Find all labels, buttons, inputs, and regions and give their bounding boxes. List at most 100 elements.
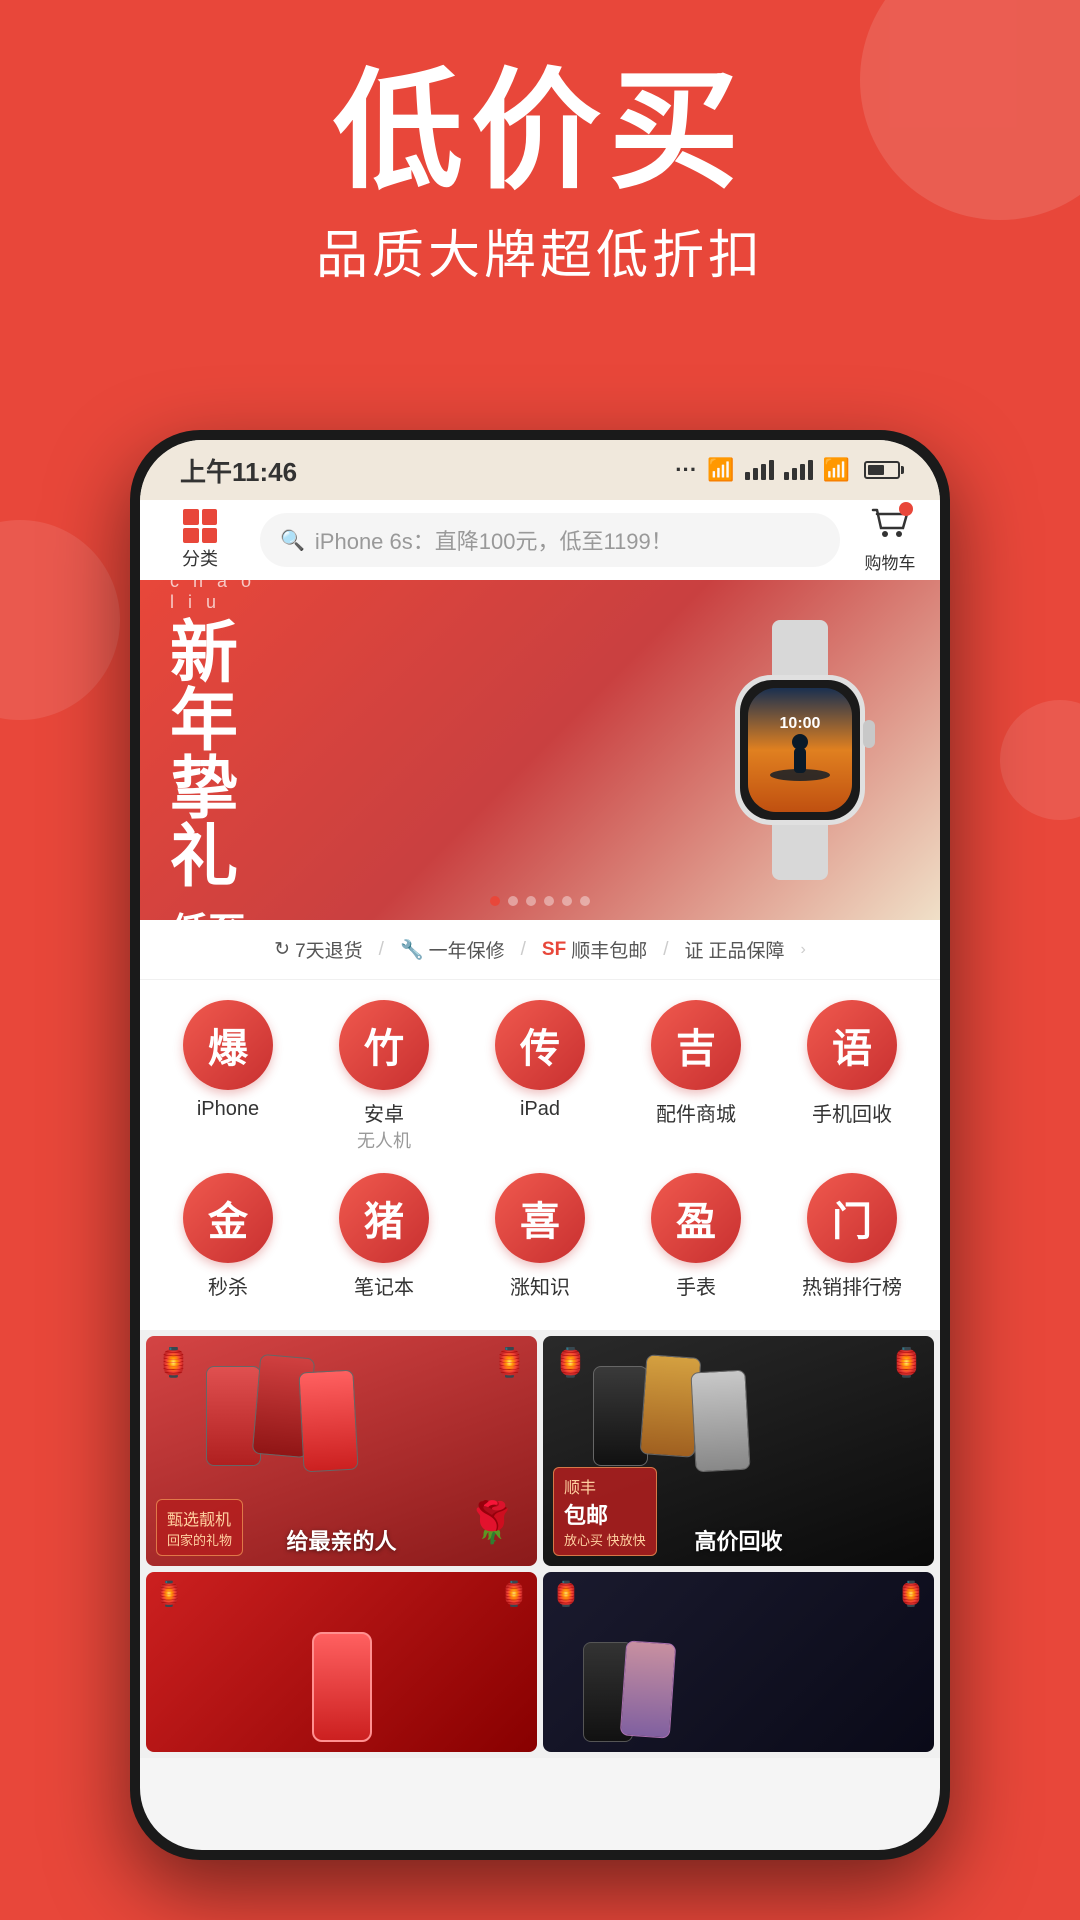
phone-screen: 上午11:46 ··· 📶 📶 xyxy=(140,440,940,1850)
status-dots: ··· xyxy=(675,457,697,483)
nav-bar: 分类 🔍 iPhone 6s：直降100元，低至1199！ 购物车 xyxy=(140,500,940,580)
product-grid: 🏮 🏮 🌹 甄选靓机 回家的礼物 给最亲的人 xyxy=(140,1330,940,1572)
cat-ipad-label: iPad xyxy=(520,1098,560,1121)
cat-ipad-icon: 传 xyxy=(495,1000,585,1090)
cart-button[interactable]: 购物车 xyxy=(860,506,920,574)
bluetooth-icon: 📶 xyxy=(707,457,734,483)
cat-knowledge[interactable]: 喜 涨知识 xyxy=(475,1173,605,1300)
battery-icon xyxy=(864,461,900,479)
lantern-right-icon: 🏮 xyxy=(492,1346,527,1379)
service-warranty-icon: 🔧 xyxy=(400,938,424,962)
cat-laptop[interactable]: 猪 笔记本 xyxy=(319,1173,449,1300)
lantern-b3-icon: 🏮 xyxy=(551,1580,581,1609)
bottom-dark-phone-2 xyxy=(620,1640,677,1738)
bottom-phone-shape xyxy=(312,1632,372,1742)
cart-icon-wrap xyxy=(871,506,909,547)
cat-knowledge-icon: 喜 xyxy=(495,1173,585,1263)
mini-phone-3 xyxy=(298,1370,358,1473)
category-grid-icon xyxy=(183,509,217,543)
product-img-dark: 🏮 🏮 顺丰 包邮 放心买 快放快 高价回收 xyxy=(543,1336,934,1566)
dot-1 xyxy=(490,896,500,906)
lantern-right2-icon: 🏮 xyxy=(889,1346,924,1379)
cat-knowledge-label: 涨知识 xyxy=(510,1271,570,1300)
cat-accessories-icon: 吉 xyxy=(651,1000,741,1090)
product-card-dark-phones[interactable]: 🏮 🏮 顺丰 包邮 放心买 快放快 高价回收 xyxy=(543,1336,934,1566)
lantern-b4-icon: 🏮 xyxy=(896,1580,926,1609)
cat-laptop-label: 笔记本 xyxy=(354,1271,414,1300)
sf-icon: SF xyxy=(542,939,566,961)
product-card-bottom-1[interactable]: 🏮 🏮 xyxy=(146,1572,537,1752)
cart-badge xyxy=(899,502,913,516)
category-section: 爆 iPhone 竹 安卓 无人机 传 iPad xyxy=(140,980,940,1330)
cat-laptop-icon: 猪 xyxy=(339,1173,429,1263)
service-return-label: 7天退货 xyxy=(295,936,363,963)
cat-ranking[interactable]: 门 热销排行榜 xyxy=(787,1173,917,1300)
cat-watch[interactable]: 盈 手表 xyxy=(631,1173,761,1300)
status-icons: ··· 📶 📶 xyxy=(675,457,900,483)
cat-recycle-icon: 语 xyxy=(807,1000,897,1090)
svg-text:10:00: 10:00 xyxy=(780,715,821,732)
banner-left: Apple Watch Series 3 yin ling chao liu 新… xyxy=(170,580,265,920)
category-button[interactable]: 分类 xyxy=(160,509,240,571)
category-row-2: 金 秒杀 猪 笔记本 喜 涨知识 xyxy=(150,1173,930,1300)
cat-accessories[interactable]: 吉 配件商城 xyxy=(631,1000,761,1153)
cat-android-sublabel: 无人机 xyxy=(357,1127,411,1153)
hero-section: 低价买 品质大牌超低折扣 xyxy=(0,60,1080,288)
banner-dots xyxy=(490,896,590,906)
service-shipping: SF 顺丰包邮 xyxy=(542,936,647,963)
cat-recycle-label: 手机回收 xyxy=(812,1098,892,1127)
signal2-icon xyxy=(784,460,813,480)
bg-decoration-circle-left xyxy=(0,520,120,720)
cat-iphone[interactable]: 爆 iPhone xyxy=(163,1000,293,1153)
dot-6 xyxy=(580,896,590,906)
service-genuine: 证 正品保障 xyxy=(684,936,784,963)
cat-accessories-label: 配件商城 xyxy=(656,1098,736,1127)
cat-watch-icon: 盈 xyxy=(651,1173,741,1263)
product-slogan-recycle: 高价回收 xyxy=(543,1524,934,1556)
product-grid-bottom: 🏮 🏮 🏮 🏮 xyxy=(140,1572,940,1758)
cat-ranking-label: 热销排行榜 xyxy=(802,1271,902,1300)
banner[interactable]: Apple Watch Series 3 yin ling chao liu 新… xyxy=(140,580,940,920)
product-img-bottom-2: 🏮 🏮 xyxy=(543,1572,934,1752)
banner-price: 低至 1,499 xyxy=(170,901,265,920)
product-card-red-phones[interactable]: 🏮 🏮 🌹 甄选靓机 回家的礼物 给最亲的人 xyxy=(146,1336,537,1566)
cat-android[interactable]: 竹 安卓 无人机 xyxy=(319,1000,449,1153)
apple-watch-svg: 10:00 xyxy=(700,620,900,880)
hero-title: 低价买 xyxy=(0,60,1080,203)
lantern-b1-icon: 🏮 xyxy=(154,1580,184,1609)
cat-flash-sale-label: 秒杀 xyxy=(208,1271,248,1300)
cat-flash-sale[interactable]: 金 秒杀 xyxy=(163,1173,293,1300)
cat-watch-label: 手表 xyxy=(676,1271,716,1300)
product-img-red: 🏮 🏮 🌹 甄选靓机 回家的礼物 给最亲的人 xyxy=(146,1336,537,1566)
cat-recycle[interactable]: 语 手机回收 xyxy=(787,1000,917,1153)
phone-mockup: 上午11:46 ··· 📶 📶 xyxy=(130,430,950,1860)
service-return-icon: ↻ xyxy=(274,938,290,961)
genuine-icon: 证 xyxy=(684,936,703,963)
cat-ranking-icon: 门 xyxy=(807,1173,897,1263)
cat-flash-sale-icon: 金 xyxy=(183,1173,273,1263)
dot-5 xyxy=(562,896,572,906)
wifi-icon: 📶 xyxy=(823,457,850,483)
service-return: ↻ 7天退货 xyxy=(274,936,363,963)
badge-title-sf: 顺丰 xyxy=(564,1474,646,1498)
product-card-bottom-2[interactable]: 🏮 🏮 xyxy=(543,1572,934,1752)
product-img-bottom-1: 🏮 🏮 xyxy=(146,1572,537,1752)
search-bar[interactable]: 🔍 iPhone 6s：直降100元，低至1199！ xyxy=(260,513,840,567)
watch-image: 10:00 xyxy=(265,600,910,900)
cat-iphone-icon: 爆 xyxy=(183,1000,273,1090)
category-row-1: 爆 iPhone 竹 安卓 无人机 传 iPad xyxy=(150,1000,930,1153)
service-bar: ↻ 7天退货 / 🔧 一年保修 / SF 顺丰包邮 / 证 正品保障 › xyxy=(140,920,940,980)
service-genuine-label: 正品保障 xyxy=(709,936,785,963)
dark-phone-3 xyxy=(690,1370,750,1473)
banner-title-cn: 新年挚礼 xyxy=(170,619,265,891)
cat-ipad[interactable]: 传 iPad xyxy=(475,1000,605,1153)
search-icon: 🔍 xyxy=(280,528,305,553)
search-placeholder-text: iPhone 6s：直降100元，低至1199！ xyxy=(315,524,673,556)
cat-iphone-label: iPhone xyxy=(197,1098,259,1121)
dot-2 xyxy=(508,896,518,906)
hero-subtitle: 品质大牌超低折扣 xyxy=(0,213,1080,288)
status-time: 上午11:46 xyxy=(180,452,297,489)
lantern-b2-icon: 🏮 xyxy=(499,1580,529,1609)
service-warranty-label: 一年保修 xyxy=(429,936,505,963)
lantern-left2-icon: 🏮 xyxy=(553,1346,588,1379)
